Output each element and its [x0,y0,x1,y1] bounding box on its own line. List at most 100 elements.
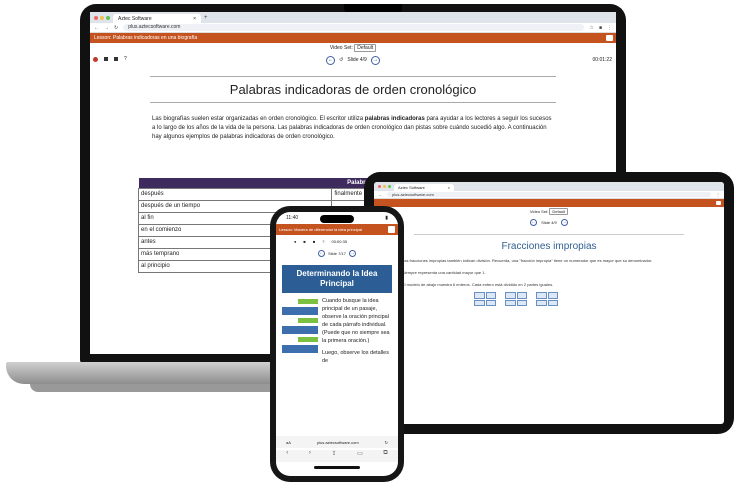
phone-screen: 11:40 ▮ Lesson: Manera de diferenciar la… [276,212,398,476]
fraction-whole [536,292,558,306]
diagram-box [282,326,318,334]
tab-close-icon[interactable]: × [448,185,450,190]
video-set-row: Video Set: Default [374,207,724,216]
slide-content: Cuando busque la idea principal de un pa… [282,297,392,365]
slide-paragraph: El modelo de abajo muestra 6 enteros. Ca… [402,282,554,287]
slide-counter: Slide 4/9 [347,57,367,63]
forward-icon[interactable]: › [309,450,311,462]
mobile-toolbar: ‹ › ⇪ ▭ ⧉ [276,450,398,462]
diagram-tag [298,318,318,323]
share-icon[interactable]: ⇪ [331,450,336,462]
diagram-tag [298,337,318,342]
slide-controls: ? ← ↺ Slide 4/9 → 00:01:22 [90,54,616,66]
diagram-box [282,307,318,315]
diagram-thumbnails [282,297,318,365]
close-window-button[interactable] [94,15,98,20]
lesson-title: Lesson: Manera de diferenciar la idea pr… [279,227,362,232]
playback-controls: ● ■ ■ ? 00:00:35 [276,235,398,247]
browser-tab[interactable]: Aztec Software × [394,184,454,191]
url-field[interactable]: plus.aztecsoftware.com [387,192,711,197]
forward-icon[interactable]: → [104,25,109,31]
exit-lesson-icon[interactable] [716,201,721,205]
address-bar: ← plus.aztecsoftware.com ⋮ [374,191,724,199]
new-tab-button[interactable]: + [204,14,208,23]
back-icon[interactable]: ‹ [286,450,288,462]
slide-paragraph: Las fracciones impropias también indican… [402,258,653,263]
back-icon[interactable]: ← [94,25,99,31]
diagram-box [282,345,318,353]
previous-slide-button[interactable]: ← [530,218,538,226]
mobile-address-bar[interactable]: aA plus.aztecsoftware.com ↻ [276,436,398,448]
slide-title: Palabras indicadoras de orden cronológic… [150,76,556,103]
video-set-select[interactable]: Default [549,208,569,215]
slide-controls: ← Slide 7/17 → [276,247,398,259]
dynamic-island [320,215,354,223]
browser-tab[interactable]: Aztec Software × [113,14,201,23]
status-clock: 11:40 [286,215,299,221]
timer: 00:01:22 [592,57,612,63]
tabs-icon[interactable]: ⧉ [383,450,387,462]
next-slide-button[interactable]: → [560,218,568,226]
previous-slide-button[interactable]: ← [318,249,326,257]
address-bar: ← → ↻ plus.aztecsoftware.com ☆ ■ ⋮ [90,23,616,33]
bookmarks-icon[interactable]: ▭ [357,450,363,462]
lesson-bar: Lesson: Manera de diferenciar la idea pr… [276,224,398,235]
tab-title: Aztec Software [398,185,425,190]
maximize-window-button[interactable] [388,185,391,188]
previous-slide-button[interactable]: ← [326,55,336,65]
tab-title: Aztec Software [118,16,152,22]
diagram-tag [298,299,318,304]
url-field[interactable]: plus.aztecsoftware.com [297,440,379,445]
reload-icon[interactable]: ↻ [385,440,388,445]
help-button[interactable]: ? [322,239,324,244]
minimize-window-button[interactable] [383,185,386,188]
lesson-bar: Lesson: Palabras indicadoras en una biog… [90,33,616,43]
menu-kebab-icon[interactable]: ⋮ [607,25,612,31]
lesson-bar [374,199,724,207]
window-controls [94,12,110,23]
next-slide-button[interactable]: → [370,55,380,65]
paragraph-text: Las biografías suelen estar organizadas … [152,116,365,122]
lesson-title: Lesson: Palabras indicadoras en una biog… [94,35,198,41]
body-paragraph: Luego, observe los detalles de [322,350,389,364]
minimize-window-button[interactable] [100,15,104,20]
tab-bar: Aztec Software × + [90,12,616,23]
menu-kebab-icon[interactable]: ⋮ [716,192,720,197]
table-cell: después [137,187,333,201]
text-size-button[interactable]: aA [286,440,291,445]
fraction-whole [505,292,527,306]
slide-counter: Slide 7/17 [328,250,346,256]
extensions-icon[interactable]: ■ [599,25,602,31]
pause-icon[interactable]: ■ [303,239,305,244]
body-paragraph: Cuando busque la idea principal de un pa… [322,298,390,344]
video-set-label: Video Set: [529,209,549,214]
back-icon[interactable]: ← [378,192,382,197]
url-field[interactable]: plus.aztecsoftware.com [123,24,585,31]
video-set-label: Video Set: [329,45,353,51]
next-slide-button[interactable]: → [348,249,356,257]
replay-icon[interactable]: ↺ [339,57,343,63]
tablet-screen: Aztec Software × ← plus.aztecsoftware.co… [374,182,724,424]
video-set-select[interactable]: Default [354,44,377,52]
close-window-button[interactable] [378,185,381,188]
tab-close-icon[interactable]: × [193,16,196,22]
slide-heading: Determinando la Idea Principal [282,265,392,293]
bookmark-star-icon[interactable]: ☆ [589,25,593,31]
timer: 00:00:35 [331,238,348,244]
slide-body-text: Cuando busque la idea principal de un pa… [322,297,392,365]
paragraph-bold: palabras indicadoras [364,116,425,122]
slide-counter: Slide 4/9 [541,219,557,225]
home-indicator [314,466,360,469]
maximize-window-button[interactable] [106,15,110,20]
exit-lesson-icon[interactable] [606,35,613,41]
window-controls [378,182,391,191]
fraction-model [474,292,724,306]
record-icon[interactable]: ● [294,239,296,244]
slide-paragraph: Siempre representa una cantidad mayor qu… [402,270,486,275]
reload-icon[interactable]: ↻ [114,25,118,31]
slide-title: Fracciones impropias [414,234,684,252]
fraction-whole [474,292,496,306]
stop-icon[interactable]: ■ [313,239,315,244]
slide-paragraph: Las biografías suelen estar organizadas … [152,115,554,142]
exit-lesson-icon[interactable] [388,226,395,233]
